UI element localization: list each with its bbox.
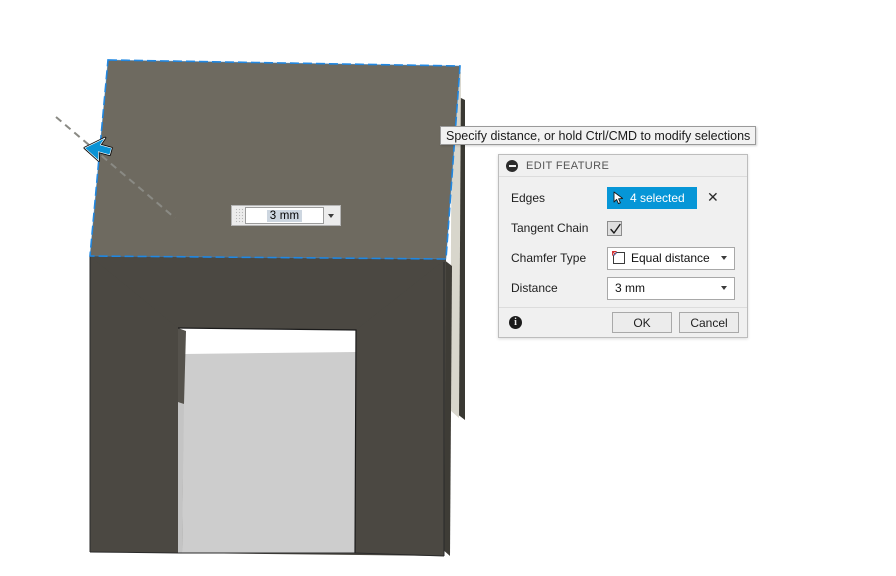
3d-viewport[interactable]: 3 mm	[0, 0, 896, 576]
collapse-minus-icon[interactable]	[506, 159, 518, 172]
edges-selection-count: 4 selected	[630, 191, 685, 205]
dialog-header[interactable]: EDIT FEATURE	[499, 155, 747, 177]
model-top-face[interactable]	[90, 60, 460, 259]
distance-manipulator[interactable]: 3 mm	[231, 205, 341, 226]
row-chamfer-type: Chamfer Type Equal distance	[499, 243, 747, 273]
chamfer-type-value: Equal distance	[631, 251, 710, 265]
chamfer-type-label: Chamfer Type	[511, 251, 587, 265]
model-render	[55, 59, 465, 557]
tangent-chain-label: Tangent Chain	[511, 221, 589, 235]
chevron-down-icon	[328, 213, 334, 218]
ok-button[interactable]: OK	[612, 312, 672, 333]
distance-label: Distance	[511, 281, 558, 295]
tooltip-text: Specify distance, or hold Ctrl/CMD to mo…	[446, 128, 751, 143]
distance-combobox[interactable]: 3 mm	[607, 276, 735, 300]
chamfer-type-dropdown-button[interactable]	[716, 248, 732, 269]
distance-dropdown-button[interactable]	[716, 278, 732, 299]
edit-feature-dialog[interactable]: EDIT FEATURE Edges 4 selected ✕ Tangent …	[498, 154, 748, 338]
distance-manipulator-dropdown[interactable]	[324, 207, 338, 224]
checkmark-icon	[610, 223, 621, 234]
distance-manipulator-input[interactable]: 3 mm	[245, 207, 324, 224]
status-tooltip: Specify distance, or hold Ctrl/CMD to mo…	[440, 126, 757, 145]
selection-cursor-icon	[613, 191, 624, 205]
edges-selection-chip[interactable]: 4 selected	[607, 187, 697, 209]
tangent-chain-checkbox[interactable]	[607, 220, 622, 236]
dialog-body: Edges 4 selected ✕ Tangent Chain Chamfer…	[499, 177, 747, 307]
model-inner-back-face	[182, 352, 356, 553]
cancel-button[interactable]: Cancel	[679, 312, 739, 333]
chevron-down-icon	[721, 256, 727, 260]
clear-selection-button[interactable]: ✕	[707, 191, 719, 205]
distance-value[interactable]: 3 mm	[611, 281, 716, 295]
edges-label: Edges	[511, 191, 546, 205]
row-tangent-chain: Tangent Chain	[499, 213, 747, 243]
app-window: 3 mm Specify distance, or hold Ctrl/CMD …	[0, 0, 896, 576]
dialog-title: EDIT FEATURE	[526, 159, 610, 172]
row-edges: Edges 4 selected ✕	[499, 183, 747, 213]
drag-grip-icon[interactable]	[234, 207, 243, 224]
row-distance: Distance 3 mm	[499, 273, 747, 303]
chevron-down-icon	[721, 286, 727, 290]
model-opening-gap	[178, 328, 356, 355]
info-icon[interactable]: i	[509, 316, 522, 329]
chamfer-equal-distance-icon	[612, 251, 625, 264]
chamfer-type-combobox[interactable]: Equal distance	[607, 246, 735, 270]
distance-manipulator-value: 3 mm	[266, 209, 303, 222]
dialog-footer: i OK Cancel	[499, 307, 747, 337]
